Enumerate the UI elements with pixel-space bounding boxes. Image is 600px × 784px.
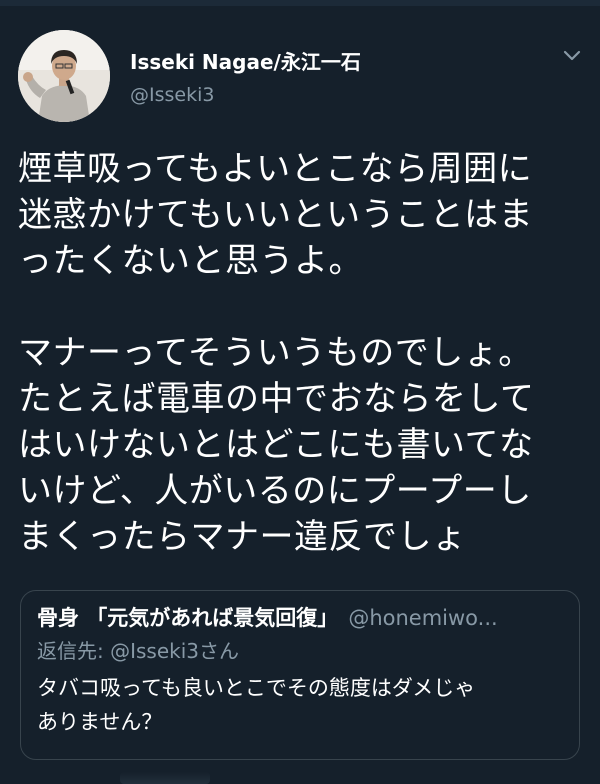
quoted-tweet[interactable]: 骨身 「元気があれば景気回復」 @honemiwo... 返信先: @Isseki… bbox=[20, 590, 580, 760]
tweet-text-line: まくったらマナー違反でしょ bbox=[18, 517, 467, 557]
reply-to-label[interactable]: 返信先: @Isseki3さん bbox=[37, 635, 563, 667]
next-item-peek bbox=[120, 772, 210, 784]
quoted-tweet-text: タバコ吸っても良いとこでその態度はダメじゃ ありません？ bbox=[37, 671, 563, 739]
avatar-photo bbox=[18, 30, 110, 122]
tweet-text-line: はいけないとはどこにも書いてな bbox=[18, 425, 534, 465]
top-divider bbox=[0, 0, 600, 6]
tweet-text-line: ったくないと思うよ。 bbox=[18, 241, 363, 281]
quoted-author-name: 骨身 「元気があれば景気回復」 bbox=[37, 606, 339, 630]
tweet-text-line: 迷惑かけてもいいということはま bbox=[18, 195, 534, 235]
quoted-text-line: ありません？ bbox=[37, 710, 163, 734]
author-name[interactable]: Isseki Nagae/永江一石 bbox=[130, 46, 361, 75]
quoted-text-line: タバコ吸っても良いとこでその態度はダメじゃ bbox=[37, 676, 476, 700]
tweet-text-line: いけど、人がいるのにプープーし bbox=[18, 471, 532, 511]
avatar[interactable] bbox=[18, 30, 110, 122]
tweet-text-line: 煙草吸ってもよいとこなら周囲に bbox=[18, 149, 533, 189]
quoted-author-handle: @honemiwo... bbox=[348, 606, 498, 630]
tweet-text: 煙草吸ってもよいとこなら周囲に 迷惑かけてもいいということはま ったくないと思う… bbox=[18, 146, 590, 560]
tweet-text-line: たとえば電車の中でおならをして bbox=[18, 379, 535, 419]
quoted-tweet-header: 骨身 「元気があれば景気回復」 @honemiwo... bbox=[37, 601, 563, 635]
author-handle[interactable]: @Isseki3 bbox=[130, 84, 214, 106]
chevron-down-icon[interactable] bbox=[556, 40, 588, 72]
tweet-text-line: マナーってそういうものでしょ。 bbox=[18, 333, 533, 373]
